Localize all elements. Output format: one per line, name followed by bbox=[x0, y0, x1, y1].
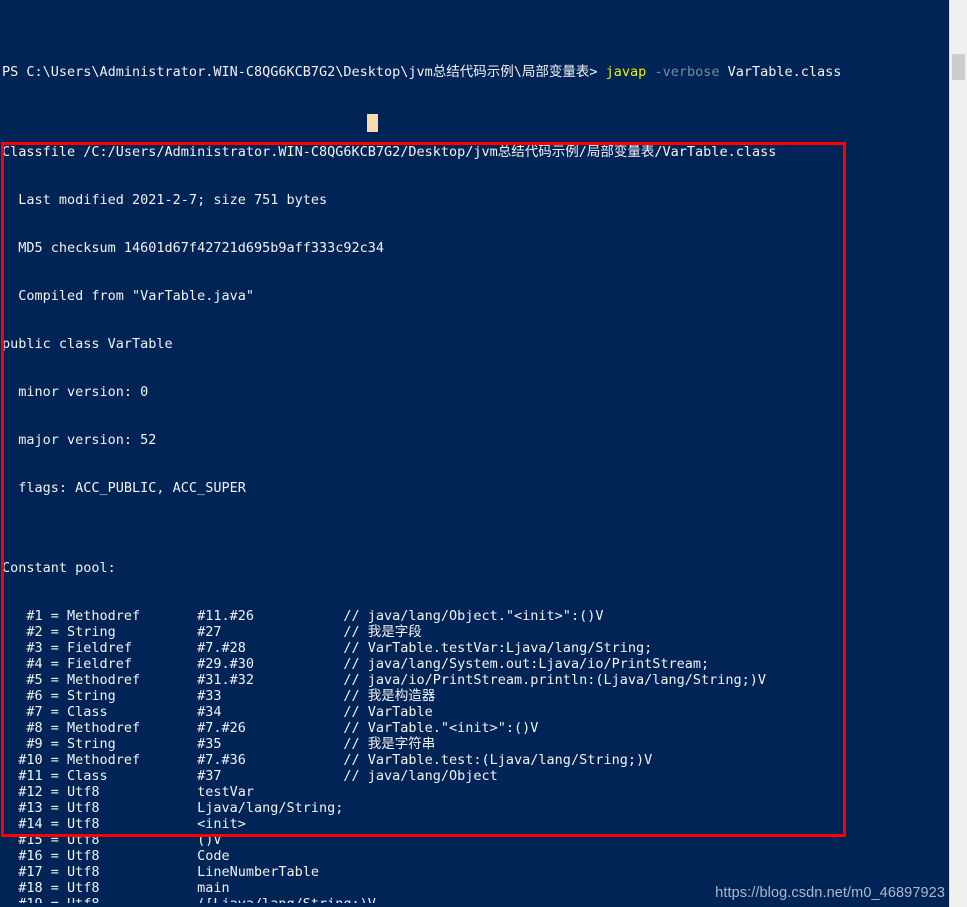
console-vertical-scrollbar[interactable] bbox=[949, 0, 967, 907]
prompt-line: PS C:\Users\Administrator.WIN-C8QG6KCB7G… bbox=[0, 64, 950, 80]
constant-pool-heading: Constant pool: bbox=[2, 560, 116, 576]
prompt-prefix: PS C:\Users\Administrator.WIN-C8QG6KCB7G… bbox=[2, 64, 606, 80]
constant-pool-entry: #14 = Utf8 <init> bbox=[2, 816, 246, 832]
constant-pool-entry: #13 = Utf8 Ljava/lang/String; bbox=[2, 800, 344, 816]
console-output-text[interactable]: PS C:\Users\Administrator.WIN-C8QG6KCB7G… bbox=[0, 0, 950, 907]
watermark-url: https://blog.csdn.net/m0_46897923 bbox=[715, 885, 945, 901]
constant-pool-entry: #9 = String #35 // 我是字符串 bbox=[2, 736, 436, 752]
powershell-console-window[interactable]: PS C:\Users\Administrator.WIN-C8QG6KCB7G… bbox=[0, 0, 967, 907]
window-left-edge bbox=[0, 0, 2, 907]
constant-pool-entry: #7 = Class #34 // VarTable bbox=[2, 704, 433, 720]
constant-pool-rows: #1 = Methodref #11.#26 // java/lang/Obje… bbox=[0, 608, 950, 907]
output-line-md5: MD5 checksum 14601d67f42721d695b9aff333c… bbox=[2, 240, 385, 256]
constant-pool-entry: #6 = String #33 // 我是构造器 bbox=[2, 688, 436, 704]
output-line-majorversion: major version: 52 bbox=[2, 432, 157, 448]
output-line-flags: flags: ACC_PUBLIC, ACC_SUPER bbox=[2, 480, 246, 496]
constant-pool-entry: #5 = Methodref #31.#32 // java/io/PrintS… bbox=[2, 672, 767, 688]
prompt-argument: VarTable.class bbox=[727, 64, 842, 80]
constant-pool-entry: #11 = Class #37 // java/lang/Object bbox=[2, 768, 498, 784]
console-scrollbar-thumb[interactable] bbox=[952, 54, 965, 80]
constant-pool-entry: #12 = Utf8 testVar bbox=[2, 784, 254, 800]
window-bottom-edge bbox=[0, 903, 950, 907]
constant-pool-entry: #10 = Methodref #7.#36 // VarTable.test:… bbox=[2, 752, 653, 768]
output-line-lastmodified: Last modified 2021-2-7; size 751 bytes bbox=[2, 192, 328, 208]
constant-pool-entry: #2 = String #27 // 我是字段 bbox=[2, 624, 422, 640]
output-line-compiledfrom: Compiled from "VarTable.java" bbox=[2, 288, 254, 304]
output-line-minorversion: minor version: 0 bbox=[2, 384, 149, 400]
constant-pool-entry: #3 = Fieldref #7.#28 // VarTable.testVar… bbox=[2, 640, 653, 656]
output-line-classfile: Classfile /C:/Users/Administrator.WIN-C8… bbox=[2, 144, 777, 160]
constant-pool-entry: #8 = Methodref #7.#26 // VarTable."<init… bbox=[2, 720, 539, 736]
constant-pool-entry: #15 = Utf8 ()V bbox=[2, 832, 222, 848]
prompt-command: javap bbox=[605, 64, 647, 80]
prompt-flag: -verbose bbox=[654, 64, 720, 80]
text-cursor-block bbox=[367, 114, 378, 132]
constant-pool-entry: #1 = Methodref #11.#26 // java/lang/Obje… bbox=[2, 608, 604, 624]
constant-pool-entry: #4 = Fieldref #29.#30 // java/lang/Syste… bbox=[2, 656, 710, 672]
output-line-classdecl: public class VarTable bbox=[2, 336, 173, 352]
constant-pool-entry: #17 = Utf8 LineNumberTable bbox=[2, 864, 319, 880]
constant-pool-entry: #16 = Utf8 Code bbox=[2, 848, 230, 864]
